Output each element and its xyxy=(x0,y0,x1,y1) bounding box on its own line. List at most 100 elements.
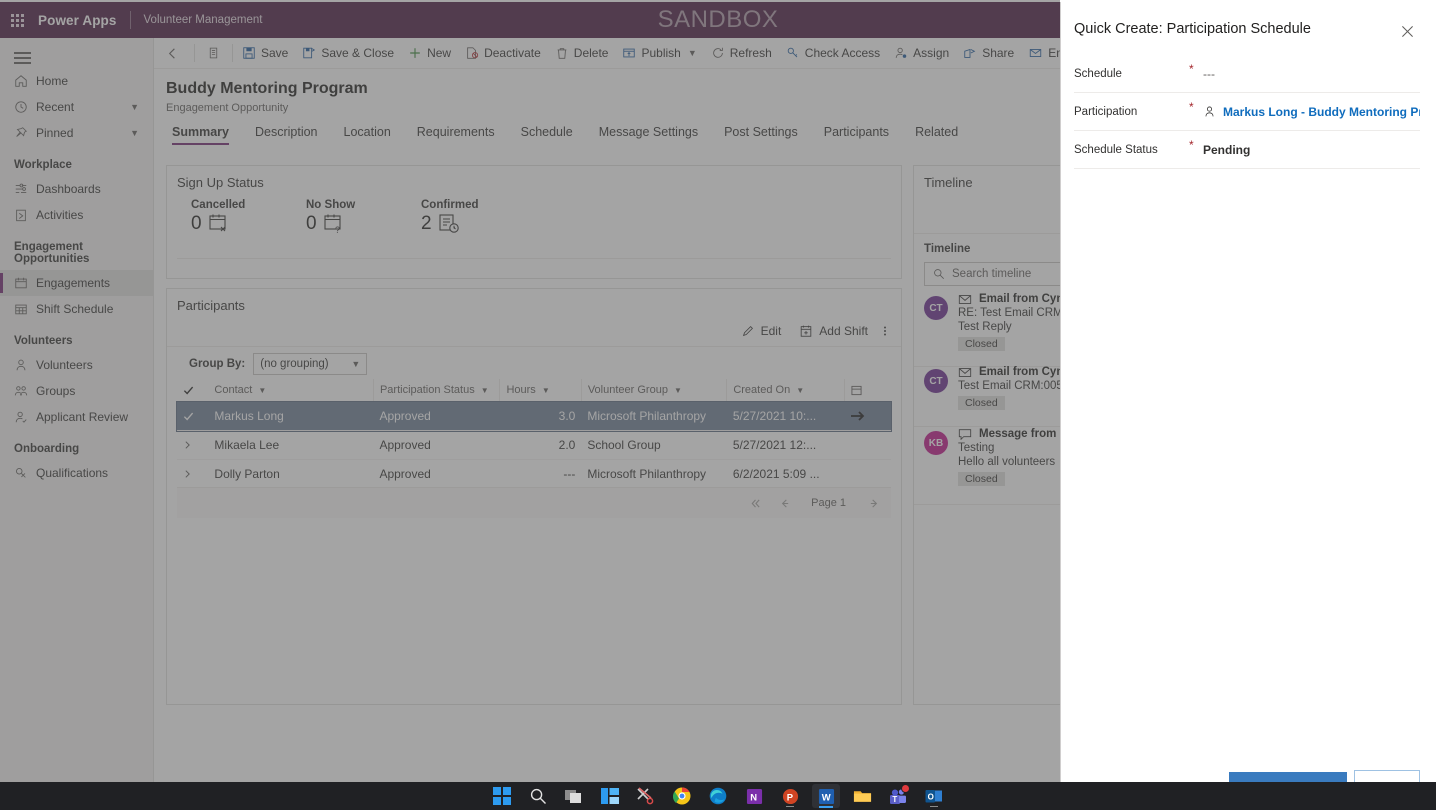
app-name-label[interactable]: Volunteer Management xyxy=(144,14,263,26)
search-icon[interactable] xyxy=(524,784,552,808)
form-icon[interactable] xyxy=(197,38,230,68)
sidebar-item-activities[interactable]: Activities xyxy=(0,202,153,228)
sidebar-item-pinned[interactable]: Pinned ▼ xyxy=(0,120,153,146)
share-button[interactable]: Share xyxy=(956,38,1021,68)
row-checkbox[interactable] xyxy=(177,401,209,431)
chevron-down-icon: ▼ xyxy=(351,359,361,369)
field-value[interactable]: Markus Long - Buddy Mentoring Pr... xyxy=(1203,105,1420,119)
metric-label: Cancelled xyxy=(191,199,246,211)
column-header-volunteer-group[interactable]: Volunteer Group ▼ xyxy=(580,379,727,402)
more-vertical-icon[interactable] xyxy=(877,320,893,342)
sidebar-item-recent[interactable]: Recent ▼ xyxy=(0,94,153,120)
page-first-icon[interactable] xyxy=(749,498,762,509)
add-shift-button[interactable]: Add Shift xyxy=(790,320,877,342)
refresh-button[interactable]: Refresh xyxy=(704,38,779,68)
calendar-x-icon xyxy=(207,213,231,235)
save-button[interactable]: Save xyxy=(235,38,295,68)
tab-participants[interactable]: Participants xyxy=(811,125,902,145)
sidebar-item-engagements[interactable]: Engagements xyxy=(0,270,153,296)
chrome-icon[interactable] xyxy=(668,784,696,808)
column-options-icon[interactable] xyxy=(843,379,891,402)
column-header-created-on[interactable]: Created On ▼ xyxy=(726,379,845,402)
powerpoint-icon[interactable]: P xyxy=(776,784,804,808)
back-arrow-icon[interactable] xyxy=(153,38,192,68)
column-header-contact[interactable]: Contact ▼ xyxy=(208,379,374,402)
field-schedule[interactable]: Schedule * --- xyxy=(1074,55,1420,93)
notification-badge xyxy=(901,784,910,793)
cell-contact: Mikaela Lee xyxy=(208,430,374,460)
arrow-right-icon[interactable] xyxy=(844,401,891,431)
command-label: Deactivate xyxy=(484,46,541,60)
chevron-down-icon[interactable]: ▼ xyxy=(130,102,139,112)
snipping-tool-icon[interactable] xyxy=(632,784,660,808)
tab-schedule[interactable]: Schedule xyxy=(508,125,586,145)
tab-location[interactable]: Location xyxy=(331,125,404,145)
deactivate-button[interactable]: Deactivate xyxy=(458,38,548,68)
page-prev-icon[interactable] xyxy=(778,498,791,509)
save-icon xyxy=(242,46,256,60)
row-expand-icon[interactable] xyxy=(177,430,209,460)
widgets-icon[interactable] xyxy=(596,784,624,808)
teams-icon[interactable]: T xyxy=(884,784,912,808)
calendar-icon xyxy=(14,275,36,291)
hamburger-icon[interactable] xyxy=(0,38,153,68)
onenote-icon[interactable]: N xyxy=(740,784,768,808)
outlook-icon[interactable]: O xyxy=(920,784,948,808)
task-view-icon[interactable] xyxy=(560,784,588,808)
brand-label[interactable]: Power Apps xyxy=(38,13,117,28)
table-row[interactable]: Mikaela Lee Approved 2.0 School Group 5/… xyxy=(177,430,891,460)
file-explorer-icon[interactable] xyxy=(848,784,876,808)
metric-value: 2 xyxy=(421,213,432,234)
column-header-hours[interactable]: Hours ▼ xyxy=(499,379,582,402)
group-by-select[interactable]: (no grouping) ▼ xyxy=(253,353,368,375)
check-access-button[interactable]: Check Access xyxy=(779,38,887,68)
nav-group-title: Onboarding xyxy=(14,443,80,455)
field-schedule-status[interactable]: Schedule Status * Pending xyxy=(1074,131,1420,169)
sidebar-item-volunteers[interactable]: Volunteers xyxy=(0,352,153,378)
table-row[interactable]: Dolly Parton Approved --- Microsoft Phil… xyxy=(177,459,891,489)
email-icon xyxy=(958,367,972,378)
edge-icon[interactable] xyxy=(704,784,732,808)
sidebar-item-home[interactable]: Home xyxy=(0,68,153,94)
tab-description[interactable]: Description xyxy=(242,125,331,145)
cancel-button[interactable] xyxy=(1354,770,1420,782)
nav-group-title: Engagement Opportunities xyxy=(14,241,90,265)
edit-button[interactable]: Edit xyxy=(732,320,791,342)
field-value: Pending xyxy=(1203,142,1251,157)
sidebar-item-applicant-review[interactable]: Applicant Review xyxy=(0,404,153,430)
avatar-initials: CT xyxy=(929,302,943,314)
close-icon[interactable] xyxy=(1401,25,1417,41)
svg-text:?: ? xyxy=(335,225,340,235)
sidebar-item-dashboards[interactable]: Dashboards xyxy=(0,176,153,202)
new-button[interactable]: New xyxy=(401,38,458,68)
select-all-checkbox[interactable] xyxy=(177,379,209,402)
sidebar-item-shift-schedule[interactable]: Shift Schedule xyxy=(0,296,153,322)
group-by-label: Group By: xyxy=(189,358,246,370)
record-entity-label: Engagement Opportunity xyxy=(166,102,289,114)
chevron-down-icon[interactable]: ▼ xyxy=(688,48,697,58)
sidebar-item-groups[interactable]: Groups xyxy=(0,378,153,404)
start-icon[interactable] xyxy=(488,784,516,808)
assign-button[interactable]: Assign xyxy=(887,38,956,68)
tab-requirements[interactable]: Requirements xyxy=(404,125,508,145)
row-expand-icon[interactable] xyxy=(177,459,209,489)
column-header-participation-status[interactable]: Participation Status ▼ xyxy=(372,379,500,402)
tab-post-settings[interactable]: Post Settings xyxy=(711,125,811,145)
delete-button[interactable]: Delete xyxy=(548,38,616,68)
save-and-close-button[interactable] xyxy=(1229,772,1347,782)
publish-button[interactable]: Publish ▼ xyxy=(615,38,703,68)
app-launcher-icon[interactable] xyxy=(0,2,34,38)
field-participation[interactable]: Participation * Markus Long - Buddy Ment… xyxy=(1074,93,1420,131)
chevron-down-icon[interactable]: ▼ xyxy=(130,128,139,138)
metric-value: 0 xyxy=(191,213,202,234)
group-icon xyxy=(14,383,36,399)
tab-summary[interactable]: Summary xyxy=(166,125,242,145)
word-icon[interactable]: W xyxy=(812,784,840,808)
page-next-icon[interactable] xyxy=(868,498,881,509)
tab-message-settings[interactable]: Message Settings xyxy=(586,125,711,145)
table-row[interactable]: Markus Long Approved 3.0 Microsoft Phila… xyxy=(176,400,892,432)
save-and-close-button[interactable]: Save & Close xyxy=(295,38,401,68)
svg-text:O: O xyxy=(928,792,934,801)
sidebar-item-qualifications[interactable]: Qualifications xyxy=(0,460,153,486)
tab-related[interactable]: Related xyxy=(902,125,971,145)
